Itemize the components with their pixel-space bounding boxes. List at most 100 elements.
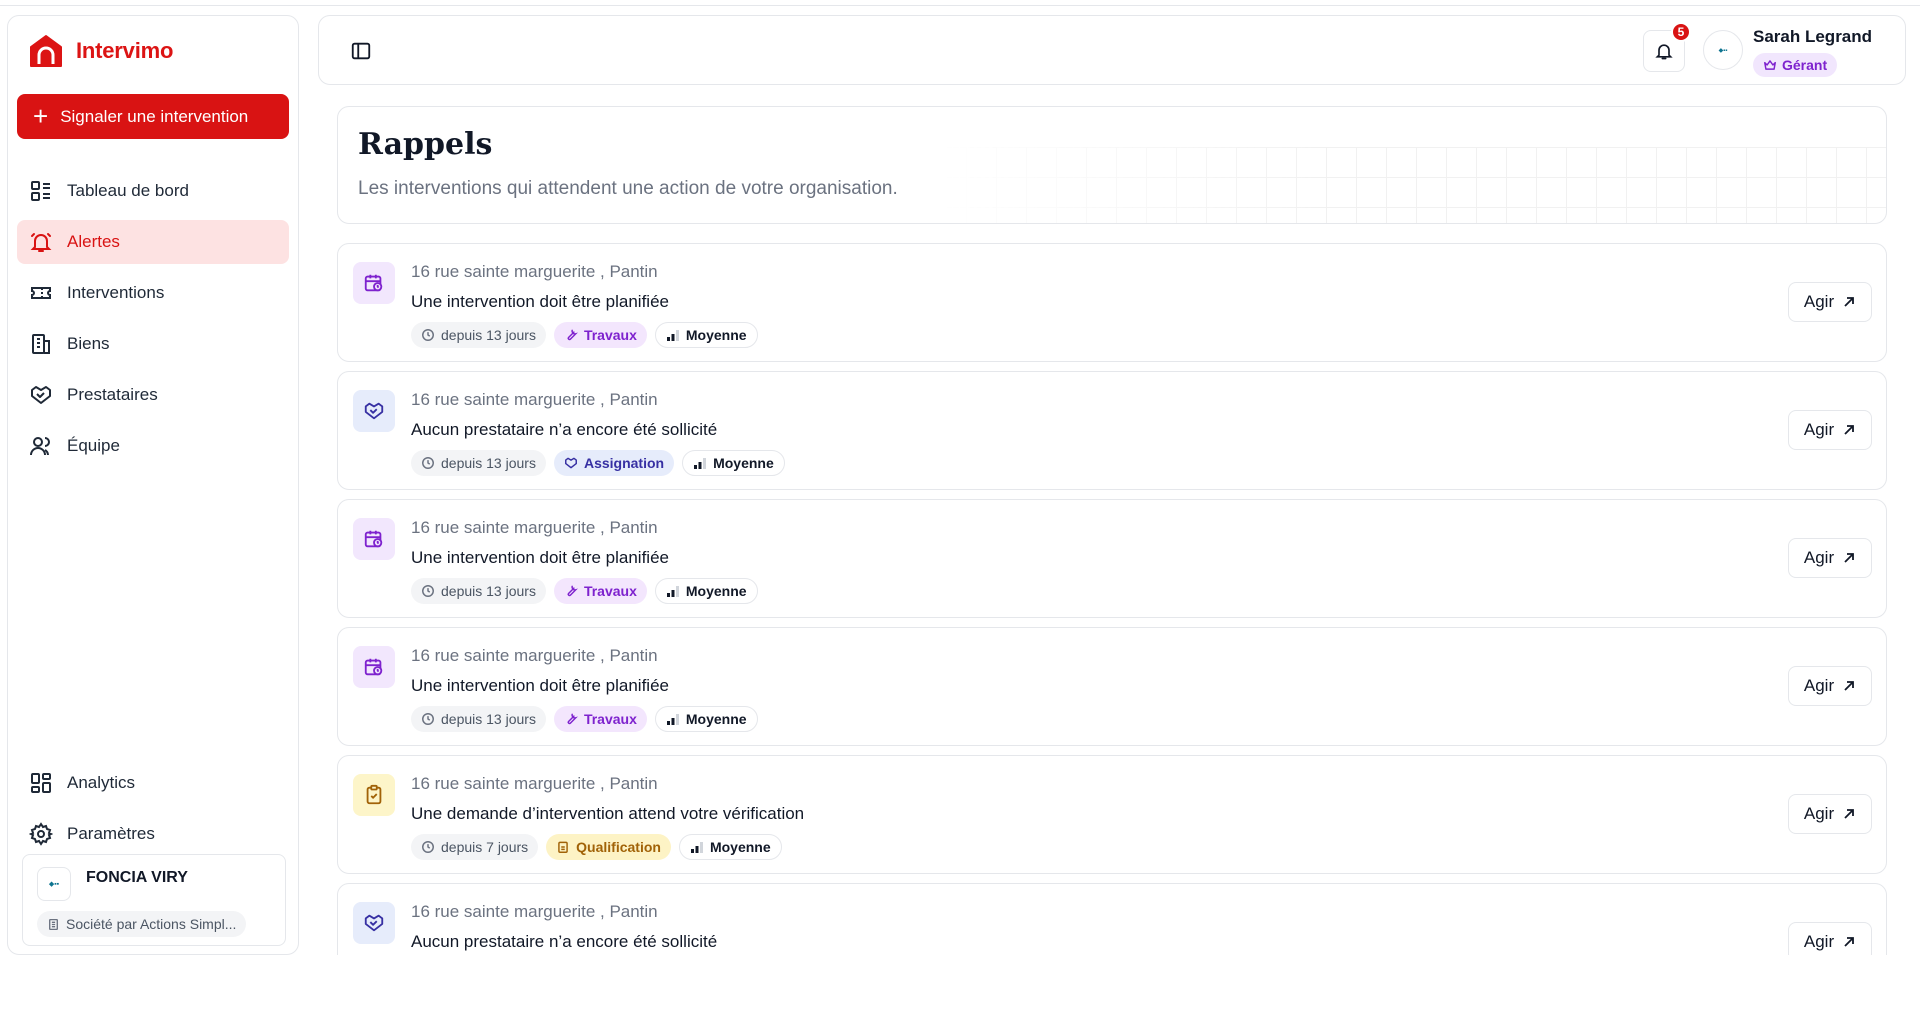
priority-label: Moyenne <box>713 455 774 471</box>
reminder-card[interactable]: 16 rue sainte marguerite , Pantin Une in… <box>337 499 1887 618</box>
sidebar-item-team[interactable]: Équipe <box>17 424 289 468</box>
act-label: Agir <box>1803 420 1835 439</box>
sidebar-item-settings[interactable]: Paramètres <box>17 812 289 856</box>
arrow-up-right-icon <box>1844 681 1855 691</box>
reminder-title: Une intervention doit être planifiée <box>411 676 669 695</box>
reminder-title: Une intervention doit être planifiée <box>411 292 669 311</box>
elapsed-time-badge: depuis 13 jours <box>411 322 546 348</box>
reminder-title: Aucun prestataire n’a encore été sollici… <box>411 420 718 439</box>
avatar[interactable]: ◆▪▪ <box>1703 30 1743 70</box>
sidebar-item-providers[interactable]: Prestataires <box>17 373 289 417</box>
organization-logo-icon: ◆▪▪ <box>37 867 71 901</box>
building-small-icon <box>49 918 58 930</box>
grid-icon <box>31 773 51 793</box>
wrench-icon <box>567 585 578 597</box>
top-header: 5 ◆▪▪ Sarah Legrand Gérant <box>318 15 1906 85</box>
sidebar-toggle-icon[interactable] <box>350 40 372 62</box>
priority-label: Moyenne <box>709 839 771 855</box>
calendar-clock-icon <box>353 518 395 560</box>
sidebar-item-dashboard[interactable]: Tableau de bord <box>17 169 289 213</box>
sidebar-bottom-nav: Analytics Paramètres <box>17 761 289 863</box>
act-label: Agir <box>1803 932 1835 951</box>
reminder-card[interactable]: 16 rue sainte marguerite , Pantin Une de… <box>337 755 1887 874</box>
house-logo-icon <box>30 35 62 67</box>
category-label: Travaux <box>583 327 637 343</box>
act-button[interactable]: Agir <box>1788 282 1872 322</box>
clock-icon <box>422 713 434 725</box>
user-name[interactable]: Sarah Legrand <box>1753 27 1872 47</box>
arrow-up-right-icon <box>1844 297 1855 307</box>
reminder-card[interactable]: 16 rue sainte marguerite , Pantin Aucun … <box>337 371 1887 490</box>
act-button[interactable]: Agir <box>1788 538 1872 578</box>
alarm-bell-icon <box>30 233 52 252</box>
decorative-grid <box>936 147 1886 223</box>
arrow-up-right-icon <box>1844 809 1855 819</box>
sidebar-item-label: Prestataires <box>67 385 158 404</box>
plus-icon: + <box>33 100 49 131</box>
category-badge: Travaux <box>553 322 647 348</box>
priority-label: Moyenne <box>685 327 747 343</box>
elapsed-time-label: depuis 13 jours <box>441 711 536 727</box>
handshake-icon <box>31 386 51 404</box>
act-button[interactable]: Agir <box>1788 922 1872 955</box>
wrench-icon <box>567 713 578 725</box>
brand-name: Intervimo <box>76 38 174 63</box>
reminder-card[interactable]: 16 rue sainte marguerite , Pantin Une in… <box>337 243 1887 362</box>
notifications-button[interactable]: 5 <box>1643 22 1691 72</box>
reminder-tags: depuis 13 jours Travaux Moyenne <box>411 578 758 604</box>
sidebar-item-label: Paramètres <box>67 824 155 843</box>
users-icon <box>30 437 50 456</box>
reminder-title: Une intervention doit être planifiée <box>411 548 669 567</box>
gear-icon <box>29 822 53 846</box>
report-intervention-label: Signaler une intervention <box>60 106 249 126</box>
reminder-address: 16 rue sainte marguerite , Pantin <box>411 774 658 793</box>
calendar-clock-icon <box>353 646 395 688</box>
sidebar-item-label: Biens <box>67 334 110 353</box>
act-button[interactable]: Agir <box>1788 410 1872 450</box>
calendar-clock-icon <box>353 262 395 304</box>
sidebar-item-analytics[interactable]: Analytics <box>17 761 289 805</box>
reminder-address: 16 rue sainte marguerite , Pantin <box>411 902 658 921</box>
page-title: Rappels <box>358 127 493 162</box>
reminder-card[interactable]: 16 rue sainte marguerite , Pantin Aucun … <box>337 883 1887 955</box>
reminder-card[interactable]: 16 rue sainte marguerite , Pantin Une in… <box>337 627 1887 746</box>
sidebar-item-label: Interventions <box>67 283 165 302</box>
organization-card[interactable]: ◆▪▪ FONCIA VIRY Société par Actions Simp… <box>22 854 286 946</box>
clock-icon <box>422 457 434 469</box>
priority-badge: Moyenne <box>682 450 785 476</box>
category-badge: Travaux <box>553 578 647 604</box>
category-label: Qualification <box>576 839 661 855</box>
act-button[interactable]: Agir <box>1788 666 1872 706</box>
sidebar-item-properties[interactable]: Biens <box>17 322 289 366</box>
reminder-address: 16 rue sainte marguerite , Pantin <box>411 262 658 281</box>
category-badge: Travaux <box>553 706 647 732</box>
sidebar-item-alerts[interactable]: Alertes <box>17 220 289 264</box>
report-intervention-button[interactable]: + Signaler une intervention <box>17 94 289 139</box>
act-label: Agir <box>1803 676 1835 695</box>
priority-badge: Moyenne <box>654 578 758 604</box>
sidebar-item-interventions[interactable]: Interventions <box>17 271 289 315</box>
clipboard-check-icon <box>353 774 395 816</box>
clock-icon <box>422 329 434 341</box>
category-label: Travaux <box>583 583 637 599</box>
user-role-badge: Gérant <box>1753 53 1838 77</box>
reminder-address: 16 rue sainte marguerite , Pantin <box>411 646 658 665</box>
wrench-icon <box>567 329 578 341</box>
page-subtitle: Les interventions qui attendent une acti… <box>358 178 898 199</box>
dashboard-icon <box>31 181 50 201</box>
brand[interactable]: Intervimo <box>28 33 173 69</box>
priority-badge: Moyenne <box>654 706 758 732</box>
organization-type-badge: Société par Actions Simpl... <box>37 911 247 937</box>
sidebar-nav: Tableau de bord Alertes Interventions Bi… <box>17 169 289 475</box>
signal-bars-icon <box>666 586 679 597</box>
act-button[interactable]: Agir <box>1788 794 1872 834</box>
elapsed-time-badge: depuis 7 jours <box>411 834 539 860</box>
signal-bars-icon <box>694 458 707 469</box>
priority-label: Moyenne <box>685 583 747 599</box>
elapsed-time-badge: depuis 13 jours <box>411 706 546 732</box>
sidebar-item-label: Alertes <box>67 232 120 251</box>
category-badge: Assignation <box>553 450 675 476</box>
category-badge: Qualification <box>546 834 671 860</box>
sidebar-item-label: Analytics <box>67 773 136 792</box>
reminder-title: Aucun prestataire n’a encore été sollici… <box>411 932 718 951</box>
